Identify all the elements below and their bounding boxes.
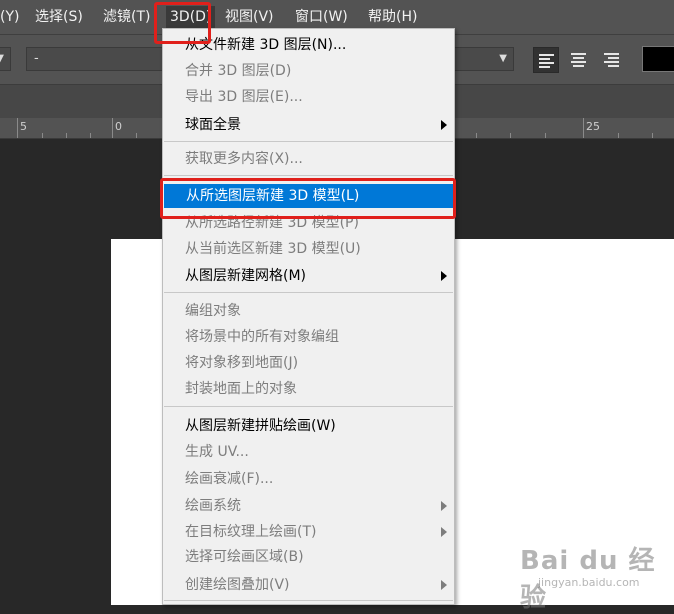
menu-item-export-3d-layer[interactable]: 导出 3D 图层(E)... — [163, 85, 454, 109]
watermark-url: jingyan.baidu.com — [538, 576, 640, 589]
annotation-highlight-menu-item — [160, 178, 456, 219]
menu-item-pack-objects-on-ground[interactable]: 封装地面上的对象 — [163, 377, 454, 401]
submenu-arrow-icon — [441, 271, 447, 281]
menu-item-spherical-panorama[interactable]: 球面全景 — [163, 113, 454, 137]
menu-item-merge-3d-layers[interactable]: 合并 3D 图层(D) — [163, 59, 454, 83]
submenu-arrow-icon — [441, 120, 447, 130]
chevron-down-icon: ▼ — [0, 53, 4, 64]
baidu-watermark: Bai du 经验 jingyan.baidu.com — [520, 540, 670, 613]
submenu-arrow-icon — [441, 527, 447, 537]
menu-item-paint-system[interactable]: 绘画系统 — [163, 494, 454, 518]
menu-separator — [164, 292, 453, 293]
menu-separator — [164, 600, 453, 601]
ruler-label: 25 — [586, 120, 600, 133]
annotation-highlight-3d-menu — [154, 2, 211, 44]
menu-window[interactable]: 窗口(W) — [295, 6, 348, 28]
align-right-button[interactable] — [599, 47, 625, 73]
menu-item-paint-on-target-texture[interactable]: 在目标纹理上绘画(T) — [163, 520, 454, 544]
menu-separator — [164, 175, 453, 176]
menu-item-paint-falloff[interactable]: 绘画衰减(F)... — [163, 467, 454, 491]
align-center-icon — [571, 53, 586, 55]
ruler-label: 0 — [115, 120, 122, 133]
align-right-icon — [604, 53, 619, 55]
menu-view[interactable]: 视图(V) — [225, 6, 274, 28]
submenu-arrow-icon — [441, 501, 447, 511]
menu-item-group-all-scene-objects[interactable]: 将场景中的所有对象编组 — [163, 325, 454, 349]
menu-item-get-more-content[interactable]: 获取更多内容(X)... — [163, 147, 454, 171]
menu-item-new-mesh-from-layer[interactable]: 从图层新建网格(M) — [163, 264, 454, 288]
menu-item-move-object-to-ground[interactable]: 将对象移到地面(J) — [163, 351, 454, 375]
chevron-down-icon: ▼ — [499, 53, 507, 64]
align-center-button[interactable] — [566, 47, 592, 73]
menu-filter[interactable]: 滤镜(T) — [103, 6, 150, 28]
submenu-arrow-icon — [441, 580, 447, 590]
menu-item-new-3d-model-from-selection[interactable]: 从当前选区新建 3D 模型(U) — [163, 237, 454, 261]
menu-separator — [164, 406, 453, 407]
font-style-value: - — [34, 51, 39, 66]
3d-dropdown-menu: 从文件新建 3D 图层(N)... 合并 3D 图层(D) 导出 3D 图层(E… — [162, 28, 455, 605]
menu-select[interactable]: 选择(S) — [35, 6, 83, 28]
menu-select-partial[interactable]: (Y) — [0, 6, 19, 28]
ruler-label: 5 — [20, 120, 27, 133]
font-family-dropdown[interactable]: ▼ — [0, 47, 11, 71]
menu-item-create-painting-overlay[interactable]: 创建绘图叠加(V) — [163, 573, 454, 597]
menu-item-group-objects[interactable]: 编组对象 — [163, 299, 454, 323]
menu-help[interactable]: 帮助(H) — [368, 6, 417, 28]
menu-item-select-paintable-areas[interactable]: 选择可绘画区域(B) — [163, 545, 454, 569]
align-left-icon — [539, 54, 554, 56]
menu-item-new-tiled-painting[interactable]: 从图层新建拼贴绘画(W) — [163, 414, 454, 438]
align-left-button[interactable] — [533, 47, 559, 73]
text-color-swatch[interactable] — [642, 46, 674, 72]
menu-item-generate-uvs[interactable]: 生成 UV... — [163, 440, 454, 464]
menu-separator — [164, 141, 453, 142]
